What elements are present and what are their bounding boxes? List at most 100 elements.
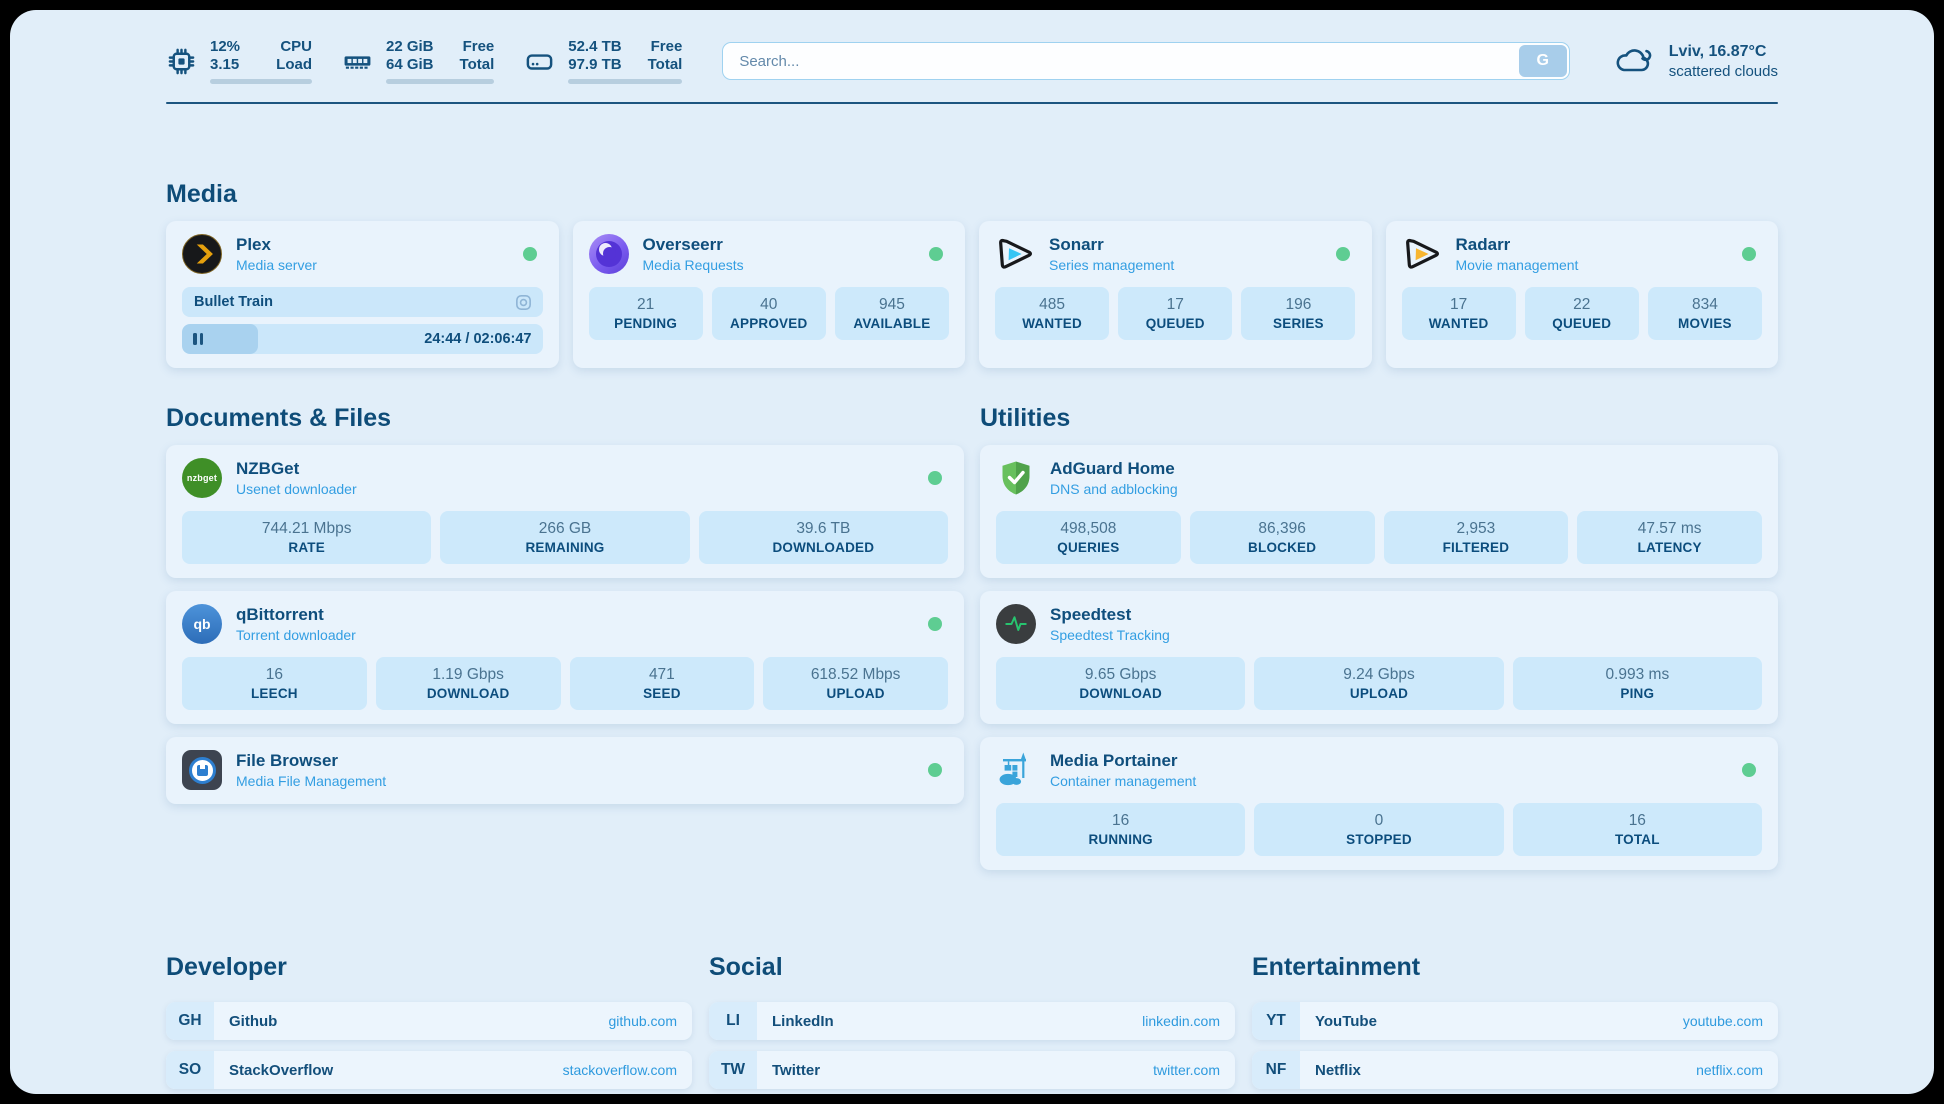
pause-icon — [193, 333, 197, 345]
ram-progress-bar — [386, 79, 494, 84]
cpu-load-label: Load — [276, 56, 312, 73]
app-card-qbittorrent[interactable]: qb qBittorrent Torrent downloader 16LEEC… — [166, 591, 964, 724]
stat-tile: 0 STOPPED — [1254, 803, 1503, 856]
stat-value: 744.21 Mbps — [262, 520, 352, 538]
stat-label: DOWNLOADED — [772, 540, 874, 555]
stat-value: 17 — [1167, 296, 1184, 314]
link-row-twitter[interactable]: TW Twitter twitter.com — [709, 1051, 1235, 1089]
radarr-icon — [1402, 234, 1442, 274]
cpu-progress-bar — [210, 79, 312, 84]
link-name: Twitter — [772, 1062, 820, 1079]
ram-free-label: Free — [460, 38, 495, 55]
link-badge: GH — [166, 1002, 214, 1040]
app-card-plex[interactable]: Plex Media server Bullet Train — [166, 221, 559, 368]
cpu-usage-value: 12% — [210, 38, 250, 55]
now-playing-title: Bullet Train — [194, 294, 273, 310]
stat-value: 618.52 Mbps — [811, 666, 901, 684]
stat-tile: 40APPROVED — [712, 287, 826, 340]
stat-label: UPLOAD — [1350, 686, 1408, 701]
section-title-entertainment: Entertainment — [1252, 953, 1778, 982]
app-name: File Browser — [236, 751, 386, 771]
app-card-overseerr[interactable]: Overseerr Media Requests 21PENDING 40APP… — [573, 221, 966, 368]
app-subtitle: Speedtest Tracking — [1050, 627, 1170, 643]
link-url[interactable]: github.com — [609, 1013, 677, 1029]
stat-tile: 9.65 GbpsDOWNLOAD — [996, 657, 1245, 710]
stat-tile: 39.6 TBDOWNLOADED — [699, 511, 948, 564]
link-row-linkedin[interactable]: LI LinkedIn linkedin.com — [709, 1002, 1235, 1040]
app-card-portainer[interactable]: Media Portainer Container management 16R… — [980, 737, 1778, 870]
stat-value: 17 — [1450, 296, 1467, 314]
search-engine-button[interactable]: G — [1519, 45, 1567, 77]
section-entertainment: Entertainment YT YouTube youtube.com NF … — [1252, 953, 1778, 1094]
stat-tile: 0.993 ms PING — [1513, 657, 1762, 710]
adguard-icon — [996, 458, 1036, 498]
stat-label: LATENCY — [1638, 540, 1702, 555]
link-name: Netflix — [1315, 1062, 1361, 1079]
playback-progress: 24:44 / 02:06:47 — [182, 324, 543, 354]
stat-label: REMAINING — [525, 540, 604, 555]
stat-value: 40 — [760, 296, 777, 314]
app-subtitle: DNS and adblocking — [1050, 481, 1178, 497]
playback-time: 24:44 / 02:06:47 — [424, 324, 531, 354]
link-badge: LI — [709, 1002, 757, 1040]
stat-tile: 485WANTED — [995, 287, 1109, 340]
app-card-adguard[interactable]: AdGuard Home DNS and adblocking 498,508Q… — [980, 445, 1778, 578]
now-playing-row: Bullet Train — [182, 287, 543, 317]
stat-value: 471 — [649, 666, 675, 684]
stat-label: WANTED — [1429, 316, 1489, 331]
link-name: LinkedIn — [772, 1013, 834, 1030]
stat-value: 16 — [266, 666, 283, 684]
link-url[interactable]: youtube.com — [1683, 1013, 1763, 1029]
stat-label: STOPPED — [1346, 832, 1412, 847]
stat-value: 196 — [1285, 296, 1311, 314]
app-card-sonarr[interactable]: Sonarr Series management 485WANTED 17QUE… — [979, 221, 1372, 368]
disk-icon — [524, 46, 555, 77]
link-row-stackoverflow[interactable]: SO StackOverflow stackoverflow.com — [166, 1051, 692, 1089]
stat-tile: 17 WANTED — [1402, 287, 1516, 340]
link-row-youtube[interactable]: YT YouTube youtube.com — [1252, 1002, 1778, 1040]
stat-value: 2,953 — [1456, 520, 1495, 538]
stat-tile: 16LEECH — [182, 657, 367, 710]
stat-value: 945 — [879, 296, 905, 314]
app-card-radarr[interactable]: Radarr Movie management 17WANTED 22QUEUE… — [1386, 221, 1779, 368]
app-name: Speedtest — [1050, 605, 1170, 625]
disk-stat: 52.4 TB Free 97.9 TB Total — [524, 38, 682, 84]
status-dot — [1742, 247, 1756, 261]
app-card-speedtest[interactable]: Speedtest Speedtest Tracking 9.65 GbpsDO… — [980, 591, 1778, 724]
link-name: StackOverflow — [229, 1062, 333, 1079]
link-url[interactable]: twitter.com — [1153, 1062, 1220, 1078]
link-badge: TW — [709, 1051, 757, 1089]
link-row-netflix[interactable]: NF Netflix netflix.com — [1252, 1051, 1778, 1089]
stat-value: 1.19 Gbps — [432, 666, 504, 684]
stat-value: 0.993 ms — [1605, 666, 1669, 684]
app-name: NZBGet — [236, 459, 357, 479]
section-title-documents: Documents & Files — [166, 404, 964, 433]
link-url[interactable]: netflix.com — [1696, 1062, 1763, 1078]
section-media: Media Plex Media server — [166, 180, 1778, 368]
sonarr-icon — [995, 234, 1035, 274]
link-url[interactable]: stackoverflow.com — [563, 1062, 677, 1078]
weather-widget: Lviv, 16.87°C scattered clouds — [1612, 41, 1778, 82]
link-url[interactable]: linkedin.com — [1142, 1013, 1220, 1029]
stat-tile: 834MOVIES — [1648, 287, 1762, 340]
link-name: Github — [229, 1013, 277, 1030]
disc-icon[interactable] — [514, 293, 533, 312]
status-dot — [928, 617, 942, 631]
search-input[interactable] — [722, 42, 1569, 80]
stat-value: 86,396 — [1258, 520, 1305, 538]
stat-tile: 22QUEUED — [1525, 287, 1639, 340]
filebrowser-icon — [182, 750, 222, 790]
stat-label: QUERIES — [1057, 540, 1119, 555]
weather-condition: scattered clouds — [1669, 62, 1778, 81]
status-dot — [928, 763, 942, 777]
stat-value: 0 — [1375, 812, 1384, 830]
stat-tile: 266 GBREMAINING — [440, 511, 689, 564]
stat-label: QUEUED — [1146, 316, 1205, 331]
link-row-github[interactable]: GH Github github.com — [166, 1002, 692, 1040]
app-subtitle: Media server — [236, 257, 317, 273]
stat-tile: 17 QUEUED — [1118, 287, 1232, 340]
top-bar: 12% CPU 3.15 Load 22 GiB — [166, 38, 1778, 84]
app-card-filebrowser[interactable]: File Browser Media File Management — [166, 737, 964, 804]
stat-label: PING — [1620, 686, 1654, 701]
app-card-nzbget[interactable]: nzbget NZBGet Usenet downloader 744.21 M… — [166, 445, 964, 578]
